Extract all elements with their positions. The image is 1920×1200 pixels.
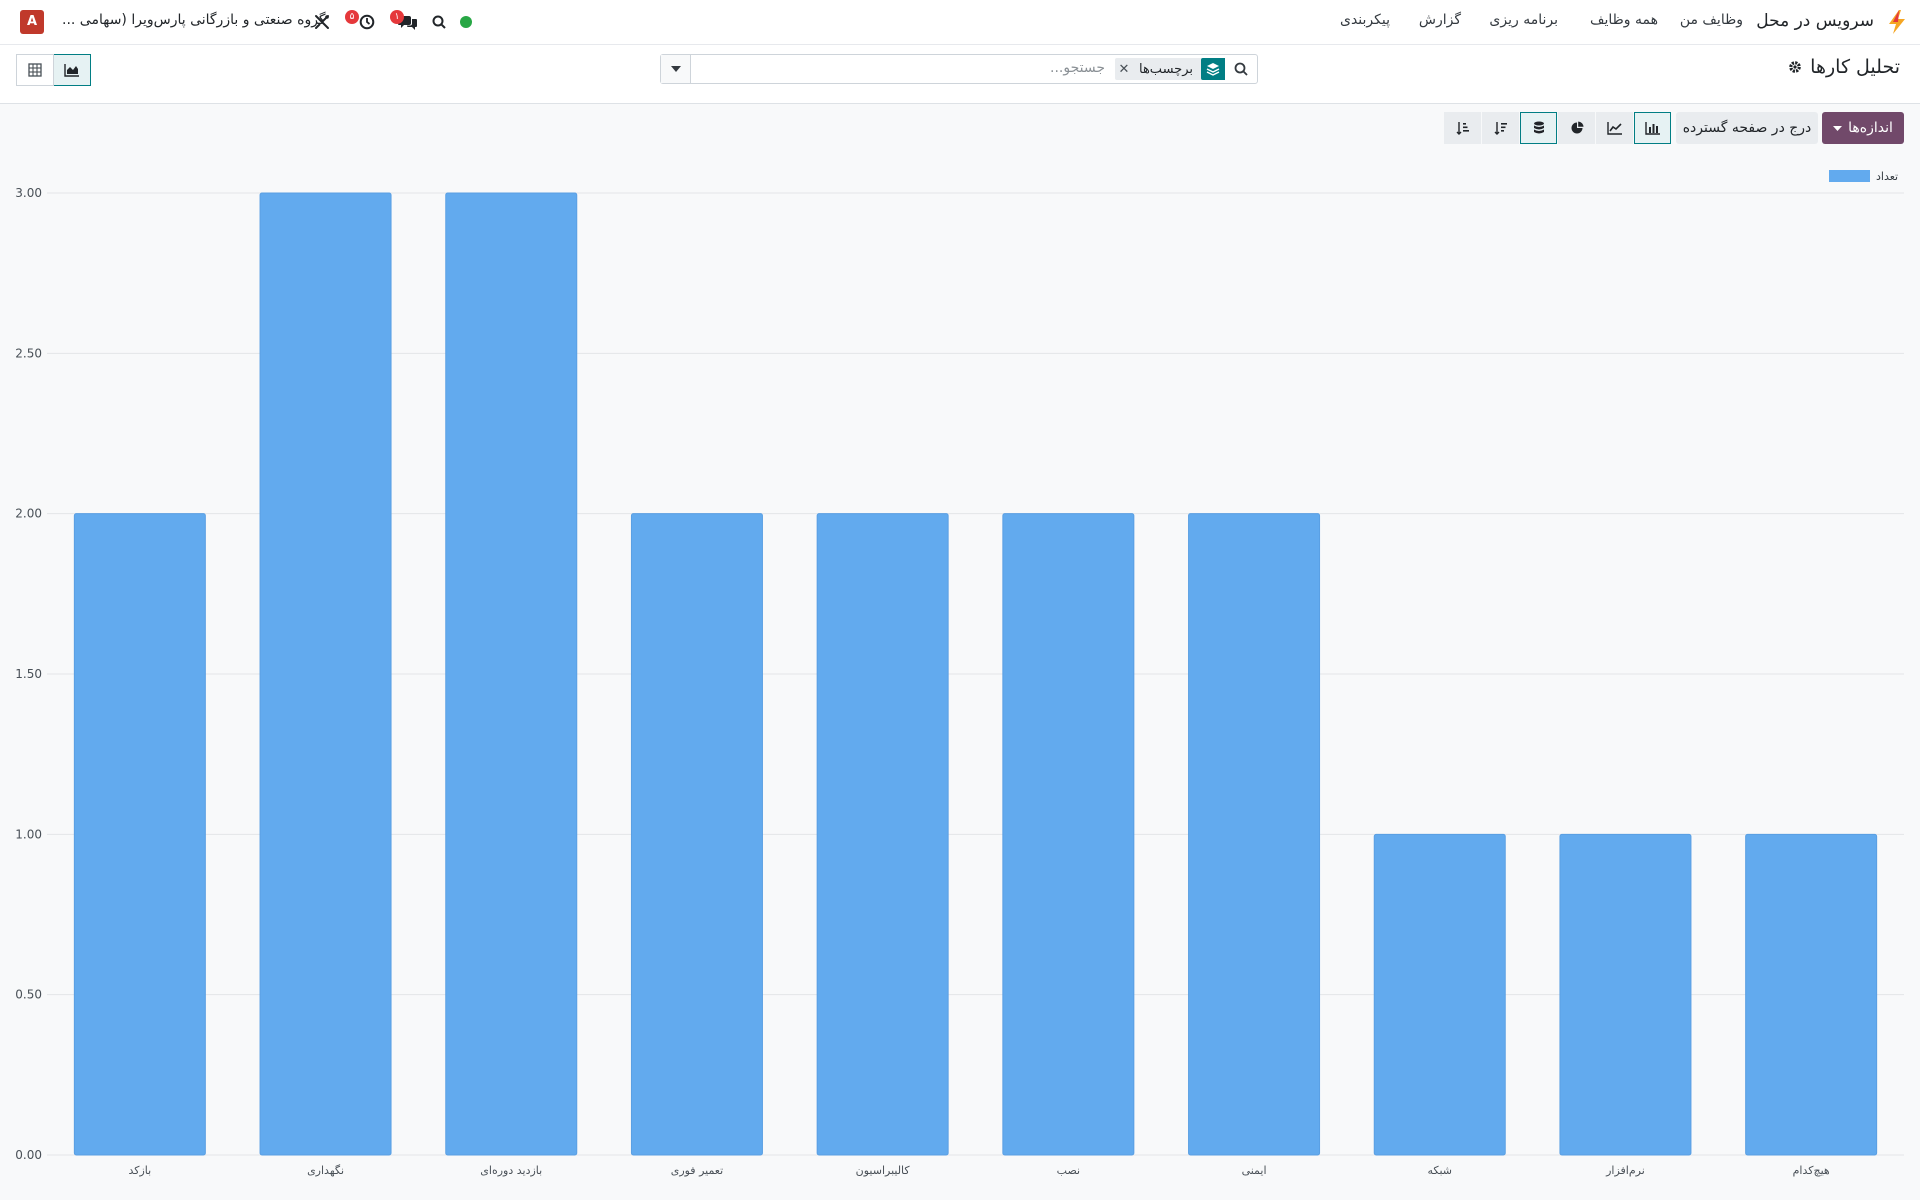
graph-view-button[interactable] <box>53 54 91 86</box>
bar[interactable] <box>259 192 392 1156</box>
bar[interactable] <box>630 513 763 1156</box>
x-tick-label: کالیبراسیون <box>856 1164 911 1177</box>
menu-all-tasks[interactable]: همه وظایف <box>1590 12 1658 28</box>
graph-content: اندازه‌ها درج در صفحه گسترده 0.00 0.50 1.0… <box>0 104 1920 1200</box>
bar[interactable] <box>1002 513 1135 1156</box>
x-tick-label: نگهداری <box>307 1164 344 1177</box>
x-tick-label: بازدید دوره‌ای <box>480 1164 542 1177</box>
bar-chart: 0.00 0.50 1.00 1.50 2.00 2.50 3.00 بازکد نگهدار… <box>15 170 1904 1177</box>
pivot-view-button[interactable] <box>16 54 54 86</box>
layers-icon <box>1201 58 1225 80</box>
x-tick-label: تعمیر فوری <box>671 1164 723 1177</box>
activity-clock-icon[interactable] <box>356 0 378 44</box>
y-tick-label: 0.00 <box>15 1148 42 1162</box>
menu-configuration[interactable]: پیکربندی <box>1340 12 1390 28</box>
search-options-toggle[interactable] <box>661 55 691 83</box>
y-tick-label: 1.00 <box>15 827 42 841</box>
search-submit-button[interactable] <box>1225 55 1257 83</box>
y-tick-label: 2.00 <box>15 507 42 521</box>
x-tick-label: بازکد <box>128 1164 151 1177</box>
menu-planning[interactable]: برنامه ریزی <box>1489 12 1558 28</box>
search-box[interactable]: برچسب‌ها ✕ جستجو... <box>660 54 1258 84</box>
bar[interactable] <box>73 513 206 1156</box>
lightning-logo-icon[interactable] <box>1884 9 1910 35</box>
search-facet: برچسب‌ها ✕ <box>1114 58 1225 80</box>
x-tick-label: نرم‌افزار <box>1605 1164 1645 1177</box>
x-tick-label: شبکه <box>1427 1164 1452 1177</box>
legend-swatch[interactable] <box>1829 170 1870 182</box>
app-name[interactable]: سرویس در محل <box>1756 11 1874 31</box>
company-switcher[interactable]: گروه صنعتی و بازرگانی پارس‌ویرا (سهامی .… <box>62 12 326 28</box>
page-title-text: تحلیل کارها <box>1810 56 1900 78</box>
y-tick-label: 0.50 <box>15 988 42 1002</box>
y-tick-label: 2.50 <box>15 346 42 360</box>
bar[interactable] <box>1188 513 1321 1156</box>
search-icon <box>1234 62 1248 76</box>
caret-down-icon <box>670 66 681 72</box>
menu-my-tasks[interactable]: وظایف من <box>1680 12 1743 28</box>
x-tick-label: ایمنی <box>1242 1164 1267 1177</box>
menu-reporting[interactable]: گزارش <box>1419 12 1461 28</box>
search-facet-label: برچسب‌ها <box>1138 61 1193 77</box>
y-tick-label: 1.50 <box>15 667 42 681</box>
area-chart-icon <box>64 64 79 77</box>
search-icon[interactable] <box>430 0 448 44</box>
facet-remove-icon[interactable]: ✕ <box>1115 58 1133 80</box>
top-navbar: سرویس در محل وظایف من همه وظایف برنامه ر… <box>0 0 1920 45</box>
bar[interactable] <box>1559 833 1692 1156</box>
legend-label[interactable]: تعداد <box>1876 170 1898 183</box>
x-tick-label: نصب <box>1057 1164 1080 1177</box>
control-panel: تحلیل کارها برچسب‌ها ✕ جستجو... <box>0 45 1920 104</box>
avatar[interactable]: A <box>20 10 44 34</box>
bar[interactable] <box>1373 833 1506 1156</box>
bar[interactable] <box>1745 833 1878 1156</box>
page-title: تحلیل کارها <box>1788 56 1900 78</box>
search-input[interactable]: جستجو... <box>1050 60 1105 76</box>
status-dot-icon[interactable] <box>458 0 474 44</box>
messages-badge: ۱ <box>390 10 404 24</box>
activity-badge: ۵ <box>345 10 359 24</box>
table-grid-icon <box>28 63 42 77</box>
gear-icon[interactable] <box>1788 60 1802 74</box>
x-tick-label: هیچ‌کدام <box>1793 1164 1830 1177</box>
y-tick-label: 3.00 <box>15 186 42 200</box>
bar[interactable] <box>445 192 578 1156</box>
bar[interactable] <box>816 513 949 1156</box>
